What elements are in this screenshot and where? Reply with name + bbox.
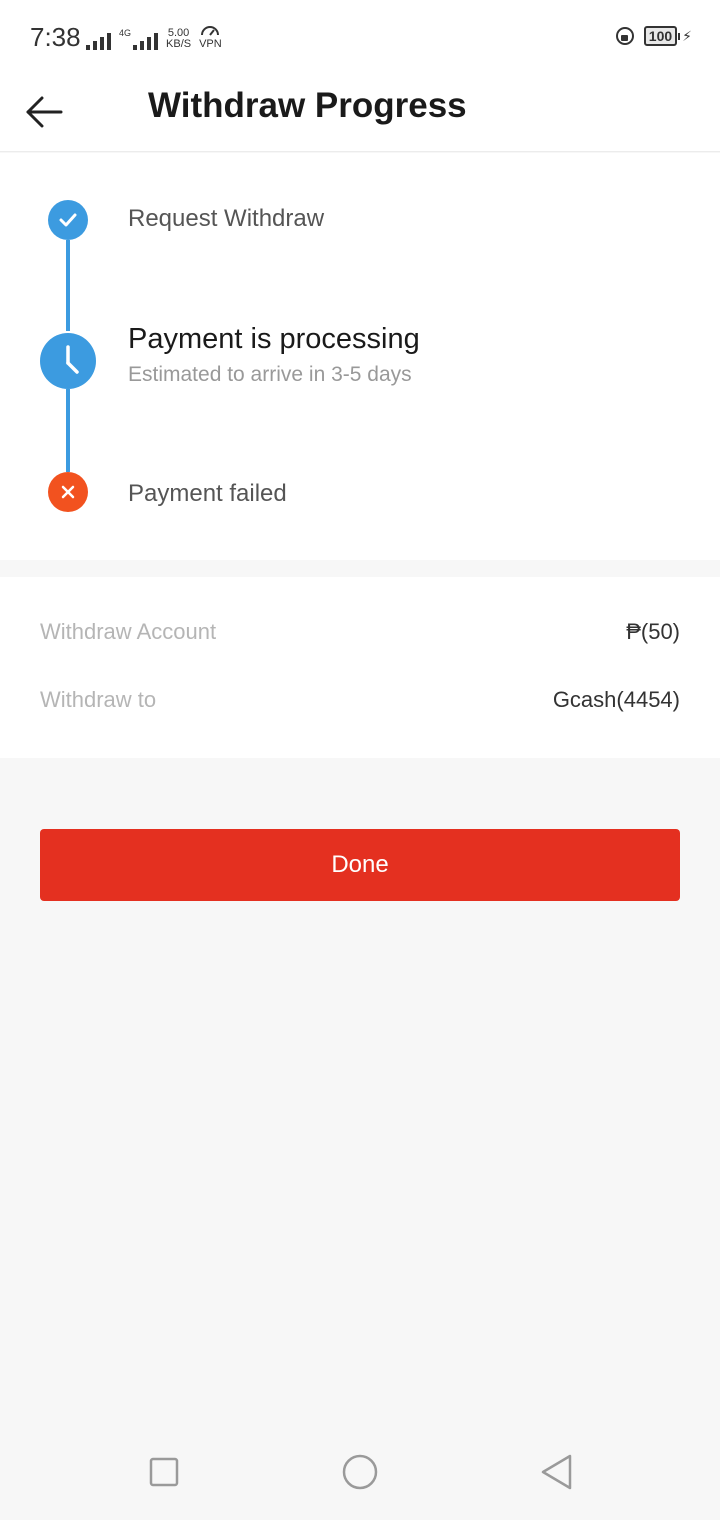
page-title: Withdraw Progress	[148, 86, 467, 125]
signal-4g-icon: 4G	[119, 28, 159, 50]
withdraw-account-value: ₱(50)	[626, 619, 680, 644]
status-time: 7:38	[30, 22, 81, 52]
withdraw-to-value: Gcash(4454)	[552, 687, 680, 712]
withdraw-account-label: Withdraw Account	[40, 619, 217, 644]
vpn-icon: VPN	[199, 26, 222, 50]
status-right: 100 ⚡	[615, 26, 692, 46]
battery-level: 100	[643, 26, 678, 46]
withdraw-to-label: Withdraw to	[40, 687, 157, 712]
vpn-label: VPN	[199, 38, 222, 50]
square-icon	[149, 1457, 179, 1487]
back-nav-button[interactable]	[536, 1452, 576, 1492]
detail-row-destination: Withdraw to Gcash(4454)	[40, 687, 680, 713]
system-nav-bar	[0, 1422, 720, 1520]
step-failed-title: Payment failed	[128, 480, 287, 507]
clock-icon	[40, 333, 96, 389]
done-button[interactable]: Done	[40, 829, 680, 901]
status-indicators: 4G 5.00 KB/S VPN	[86, 26, 222, 50]
step-processing-title: Payment is processing	[128, 323, 420, 355]
charging-icon: ⚡	[682, 27, 692, 44]
detail-row-account: Withdraw Account ₱(50)	[40, 619, 680, 645]
battery-icon: 100 ⚡	[643, 26, 692, 46]
rotation-lock-icon	[615, 27, 634, 45]
recent-apps-button[interactable]	[144, 1452, 184, 1492]
battery-tip	[678, 32, 681, 40]
app-header: Withdraw Progress	[0, 76, 720, 152]
timeline-connector	[66, 240, 70, 331]
triangle-back-icon	[541, 1454, 572, 1490]
withdraw-details: Withdraw Account ₱(50) Withdraw to Gcash…	[0, 577, 720, 758]
status-bar: 7:38 4G 5.00 KB/S VPN 100 ⚡	[0, 0, 720, 76]
back-button[interactable]	[20, 84, 68, 140]
step-processing-subtitle: Estimated to arrive in 3-5 days	[128, 363, 412, 386]
net-speed-unit: KB/S	[166, 38, 192, 50]
close-icon	[48, 472, 88, 512]
arrow-left-icon	[26, 96, 63, 128]
timeline-connector	[66, 389, 70, 472]
vpn-key-icon	[201, 26, 220, 36]
step-request-withdraw-title: Request Withdraw	[128, 205, 325, 232]
signal-icon	[86, 30, 111, 50]
net-speed: 5.00 KB/S	[166, 28, 191, 50]
home-button[interactable]	[340, 1452, 380, 1492]
withdraw-progress-timeline: Request Withdraw Payment is processing E…	[0, 153, 720, 560]
check-icon	[48, 200, 88, 240]
circle-icon	[342, 1454, 378, 1490]
network-type-label: 4G	[119, 28, 132, 38]
